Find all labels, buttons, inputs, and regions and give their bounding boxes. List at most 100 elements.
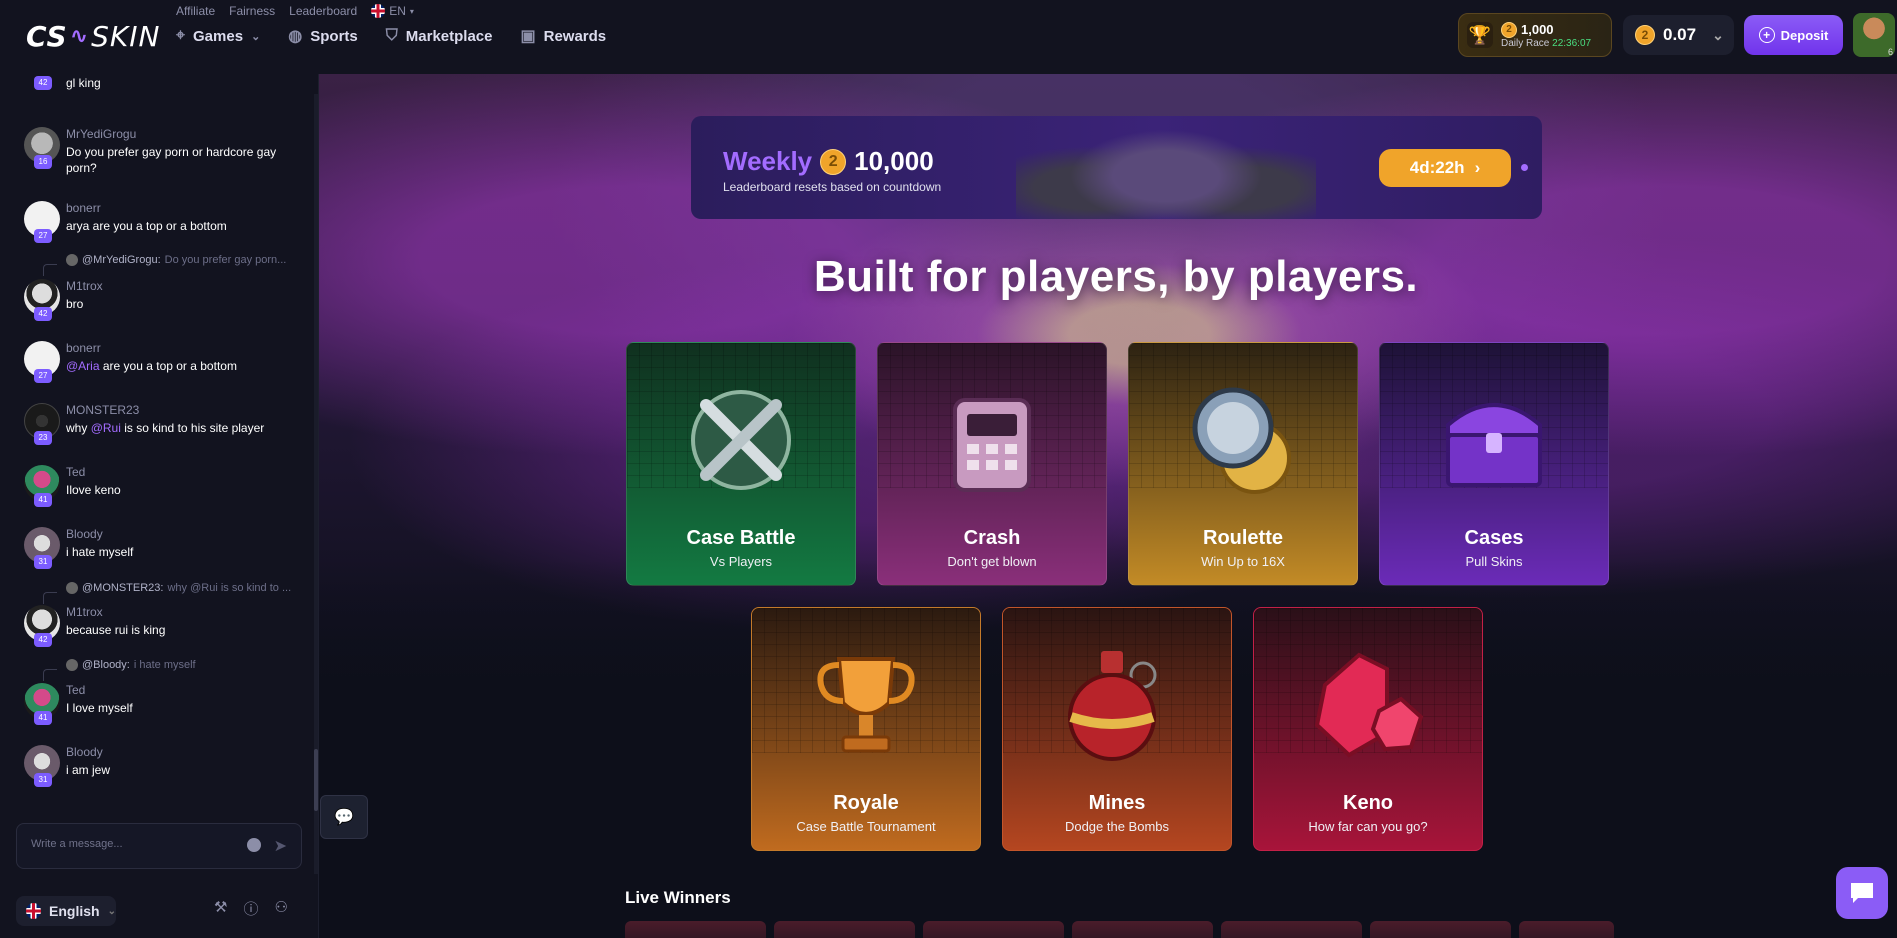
winner-card[interactable]: [1221, 921, 1362, 938]
level-badge: 42: [34, 76, 52, 90]
game-subtitle: Win Up to 16X: [1201, 554, 1285, 569]
reply-preview[interactable]: @MONSTER23: why @Rui is so kind to ...: [66, 582, 291, 594]
game-card-mines[interactable]: Mines Dodge the Bombs: [1002, 607, 1232, 851]
fairness-link[interactable]: Fairness: [229, 4, 275, 18]
chat-username[interactable]: bonerr: [66, 341, 101, 355]
game-card-keno[interactable]: Keno How far can you go?: [1253, 607, 1483, 851]
affiliate-link[interactable]: Affiliate: [176, 4, 215, 18]
support-chat-button[interactable]: [1836, 867, 1888, 919]
winner-card[interactable]: [774, 921, 915, 938]
language-selector[interactable]: EN ▾: [371, 4, 414, 18]
mention-link[interactable]: @Rui: [91, 421, 121, 435]
reply-connector: [43, 669, 57, 681]
chevron-down-icon: ⌄: [1712, 26, 1724, 43]
daily-race-widget[interactable]: 🏆 2 1,000 Daily Race 22:36:07: [1458, 13, 1612, 57]
game-title: Roulette: [1203, 527, 1283, 549]
chat-username[interactable]: MONSTER23: [66, 403, 139, 417]
crosshair-icon: ⌖: [176, 27, 186, 44]
user-icon[interactable]: ⚇: [274, 898, 287, 919]
secondary-links: Affiliate Fairness Leaderboard EN ▾: [176, 4, 414, 18]
send-icon[interactable]: ➤: [274, 836, 287, 856]
chat-username[interactable]: Bloody: [66, 527, 103, 541]
uk-flag-icon: [26, 903, 42, 919]
deposit-label: Deposit: [1780, 27, 1829, 43]
level-badge: 41: [34, 711, 52, 725]
chat-messages[interactable]: 42 gl king 16 MrYediGrogu Do you prefer …: [0, 74, 314, 804]
trophy-cup-icon: [801, 640, 931, 770]
game-card-roulette[interactable]: Roulette Win Up to 16X: [1128, 342, 1358, 586]
nav-rewards[interactable]: ▣ Rewards: [521, 26, 607, 46]
chat-message-text: bro: [66, 297, 84, 311]
game-title: Royale: [833, 792, 899, 814]
deposit-button[interactable]: + Deposit: [1744, 15, 1843, 55]
winner-card[interactable]: [625, 921, 766, 938]
game-card-case-battle[interactable]: Case Battle Vs Players: [626, 342, 856, 586]
leaderboard-link[interactable]: Leaderboard: [289, 4, 357, 18]
carousel-dot[interactable]: [1521, 164, 1528, 171]
chat-message-text: arya are you a top or a bottom: [66, 219, 227, 233]
chat-language-label: English: [49, 903, 100, 919]
live-winners-title: Live Winners: [625, 888, 731, 907]
weekly-title: Weekly: [723, 146, 813, 176]
chat-collapse-button[interactable]: 💬: [320, 795, 368, 839]
scrollbar-thumb[interactable]: [314, 749, 318, 811]
reply-preview[interactable]: @Bloody: i hate myself: [66, 659, 196, 671]
coin-icon: 2: [820, 148, 847, 175]
trophy-icon: 🏆: [1467, 22, 1493, 48]
chat-username[interactable]: Ted: [66, 683, 85, 697]
main-nav: ⌖ Games ⌄ ◍ Sports ⛉ Marketplace ▣ Rewar…: [176, 26, 606, 46]
site-logo[interactable]: CS ∿ SKIN: [26, 20, 161, 53]
weekly-countdown-button[interactable]: 4d:22h ›: [1379, 149, 1511, 187]
chat-message-text: gl king: [66, 76, 101, 90]
emoji-icon[interactable]: [247, 838, 261, 852]
coins-icon: [1178, 375, 1308, 505]
live-winners-strip: [625, 921, 1614, 938]
chat-input[interactable]: Write a message... ➤: [16, 823, 302, 869]
chat-scrollbar[interactable]: [314, 94, 318, 874]
chat-username[interactable]: M1trox: [66, 605, 103, 619]
game-card-crash[interactable]: Crash Don't get blown: [877, 342, 1107, 586]
coin-icon: 2: [1635, 25, 1655, 45]
nav-marketplace-label: Marketplace: [405, 27, 493, 45]
game-card-royale[interactable]: Royale Case Battle Tournament: [751, 607, 981, 851]
nav-games[interactable]: ⌖ Games ⌄: [176, 26, 260, 46]
chat-language-selector[interactable]: English ⌄: [16, 896, 116, 926]
nav-sports[interactable]: ◍ Sports: [288, 26, 357, 46]
coin-icon: 2: [1501, 21, 1517, 38]
info-icon[interactable]: ⓘ: [243, 898, 258, 919]
chat-username[interactable]: Ted: [66, 465, 85, 479]
language-code: EN: [389, 4, 406, 18]
reply-user: @Bloody:: [82, 659, 130, 671]
user-avatar[interactable]: 6: [1853, 13, 1895, 57]
hammer-icon[interactable]: ⚒: [214, 898, 227, 919]
game-subtitle: Dodge the Bombs: [1064, 819, 1170, 834]
c4-bomb-icon: [927, 375, 1057, 505]
weekly-amount: 10,000: [854, 146, 934, 176]
weekly-countdown: 4d:22h: [1409, 158, 1465, 177]
chat-username[interactable]: Bloody: [66, 745, 103, 759]
winner-card[interactable]: [923, 921, 1064, 938]
game-subtitle: Pull Skins: [1465, 554, 1523, 569]
nav-marketplace[interactable]: ⛉ Marketplace: [386, 26, 493, 46]
mention-link[interactable]: @Aria: [66, 359, 100, 373]
balance-dropdown[interactable]: 2 0.07 ⌄: [1623, 15, 1734, 55]
level-badge: 31: [34, 555, 52, 569]
message-body: is so kind to his site player: [120, 421, 265, 435]
chevron-down-icon: ⌄: [251, 30, 261, 43]
game-card-cases[interactable]: Cases Pull Skins: [1379, 342, 1609, 586]
weekly-leaderboard-banner[interactable]: Weekly 2 10,000 Leaderboard resets based…: [691, 116, 1542, 219]
winner-card[interactable]: [1370, 921, 1511, 938]
plus-circle-icon: +: [1758, 27, 1775, 43]
chat-username[interactable]: MrYediGrogu: [66, 127, 136, 141]
nav-rewards-label: Rewards: [543, 27, 607, 45]
winner-card[interactable]: [1519, 921, 1614, 938]
chat-username[interactable]: bonerr: [66, 201, 101, 215]
reply-text: Do you prefer gay porn...: [164, 254, 287, 266]
chat-username[interactable]: M1trox: [66, 279, 103, 293]
reply-preview[interactable]: @MrYediGrogu: Do you prefer gay porn...: [66, 254, 286, 266]
race-label: Daily Race: [1501, 37, 1550, 49]
basket-icon: ⛉: [385, 27, 398, 44]
level-badge: 31: [34, 773, 52, 787]
winner-card[interactable]: [1072, 921, 1213, 938]
game-subtitle: Don't get blown: [947, 554, 1037, 569]
